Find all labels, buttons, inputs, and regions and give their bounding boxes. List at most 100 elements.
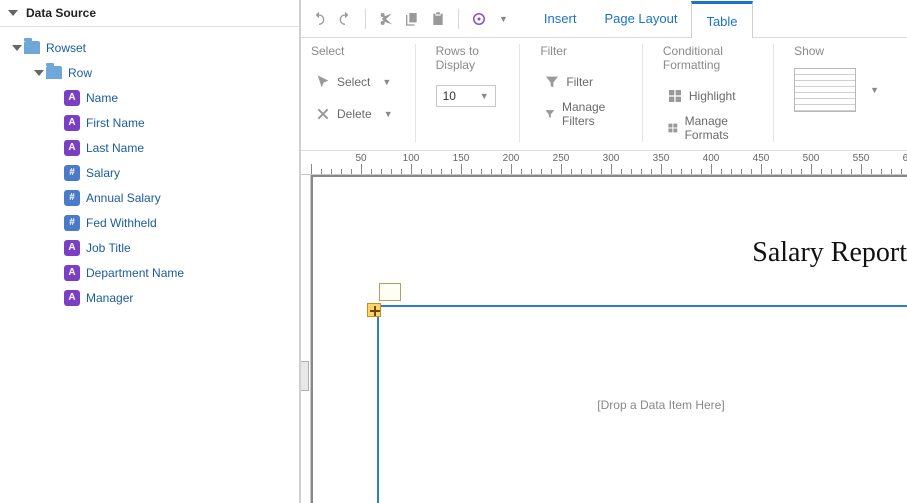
- ribbon-group-rows: Rows to Display 10 ▼: [436, 44, 521, 142]
- text-field-icon: A: [64, 140, 80, 156]
- tree-label: Manager: [86, 291, 133, 305]
- button-label: Delete: [337, 107, 372, 121]
- ruler-tick-label: 150: [453, 153, 470, 164]
- ribbon-group-title: Filter: [540, 44, 624, 58]
- disclosure-icon: [34, 70, 44, 76]
- tree-label: Job Title: [86, 241, 131, 255]
- ribbon-group-title: Select: [311, 44, 397, 58]
- filter-button[interactable]: Filter: [540, 71, 597, 93]
- folder-icon: [24, 41, 40, 54]
- tab-label: Insert: [544, 11, 577, 26]
- tree-label: Department Name: [86, 266, 184, 280]
- table-proxy-icon: [381, 285, 401, 301]
- paste-button[interactable]: [426, 7, 450, 31]
- tree-field-salary[interactable]: # Salary: [0, 160, 299, 185]
- chevron-down-icon[interactable]: ▼: [870, 85, 879, 95]
- ribbon-group-filter: Filter Filter Manage Filters: [540, 44, 643, 142]
- tab-label: Table: [706, 14, 737, 29]
- chevron-down-icon: ▼: [384, 109, 393, 119]
- tree-node-row[interactable]: Row: [0, 60, 299, 85]
- data-tree: Rowset Row A Name A First Name A Last Name # Sa…: [0, 27, 299, 310]
- folder-icon: [46, 66, 62, 79]
- highlight-button[interactable]: Highlight: [663, 85, 740, 107]
- cut-button[interactable]: [374, 7, 398, 31]
- ruler-tick-label: 450: [753, 153, 770, 164]
- tree-label: Row: [68, 66, 92, 80]
- undo-button[interactable]: [307, 7, 331, 31]
- tree-node-rowset[interactable]: Rowset: [0, 35, 299, 60]
- tree-label: Annual Salary: [86, 191, 161, 205]
- tree-field-department-name[interactable]: ADepartment Name: [0, 260, 299, 285]
- number-field-icon: #: [64, 165, 80, 181]
- ribbon-group-conditional: Conditional Formatting Highlight Manage …: [663, 44, 774, 142]
- panel-header[interactable]: Data Source: [0, 0, 299, 27]
- data-source-panel: Data Source Rowset Row ANameAFirst NameA…: [0, 0, 300, 503]
- delete-button[interactable]: Delete ▼: [311, 103, 397, 125]
- tree-label: Last Name: [86, 141, 144, 155]
- ribbon-group-title: Rows to Display: [436, 44, 502, 72]
- tree-label: Salary: [86, 166, 120, 180]
- number-field-icon: #: [64, 215, 80, 231]
- show-grid-preview[interactable]: [794, 68, 856, 112]
- canvas: 50100150200250300350400450500550600 Sala…: [301, 151, 907, 503]
- tab-label: Page Layout: [604, 11, 677, 26]
- panel-title: Data Source: [26, 6, 96, 20]
- tree-label: First Name: [86, 116, 145, 130]
- redo-button[interactable]: [333, 7, 357, 31]
- ruler-tick-label: 50: [355, 153, 366, 164]
- tree-field-fed-withheld[interactable]: #Fed Withheld: [0, 210, 299, 235]
- horizontal-ruler: 50100150200250300350400450500550600: [301, 151, 907, 175]
- tree-field-first-name[interactable]: A First Name: [0, 110, 299, 135]
- tree-label: Name: [86, 91, 118, 105]
- ruler-tick-label: 600: [903, 153, 907, 164]
- ribbon: Select Select ▼ Delete ▼: [301, 38, 907, 151]
- ribbon-group-title: Show: [794, 44, 879, 58]
- dropdown-icon[interactable]: ▼: [499, 14, 508, 24]
- text-field-icon: A: [64, 90, 80, 106]
- manage-filters-button[interactable]: Manage Filters: [540, 97, 624, 131]
- ruler-tick-label: 300: [603, 153, 620, 164]
- rows-to-display-input[interactable]: 10 ▼: [436, 85, 496, 107]
- chevron-down-icon: ▼: [382, 77, 391, 87]
- top-toolbar: ▼ Insert Page Layout Table: [301, 0, 907, 38]
- ruler-tick-label: 100: [403, 153, 420, 164]
- text-field-icon: A: [64, 240, 80, 256]
- button-label: Manage Filters: [562, 100, 620, 128]
- divider: [458, 9, 459, 29]
- ribbon-group-select: Select Select ▼ Delete ▼: [311, 44, 416, 142]
- tree-field-job-title[interactable]: A Job Title: [0, 235, 299, 260]
- button-label: Filter: [566, 75, 593, 89]
- tree-field-name[interactable]: A Name: [0, 85, 299, 110]
- button-label: Manage Formats: [685, 114, 751, 142]
- tab-insert[interactable]: Insert: [530, 0, 591, 37]
- table-drop-zone[interactable]: [Drop a Data Item Here]: [377, 305, 907, 503]
- text-field-icon: A: [64, 290, 80, 306]
- disclosure-icon: [12, 45, 22, 51]
- select-button[interactable]: Select ▼: [311, 71, 395, 93]
- disclosure-icon: [8, 10, 18, 16]
- report-title[interactable]: Salary Report: [752, 237, 907, 269]
- button-label: Select: [337, 75, 370, 89]
- ruler-tick-label: 500: [803, 153, 820, 164]
- chevron-down-icon: ▼: [480, 91, 489, 101]
- copy-button[interactable]: [400, 7, 424, 31]
- ruler-tick-label: 350: [653, 153, 670, 164]
- ribbon-group-show: Show ▼: [794, 44, 897, 142]
- editor-panel: ▼ Insert Page Layout Table Select Select…: [300, 0, 907, 503]
- tree-label: Rowset: [46, 41, 86, 55]
- number-field-icon: #: [64, 190, 80, 206]
- tab-table[interactable]: Table: [691, 1, 752, 38]
- tree-field-last-name[interactable]: A Last Name: [0, 135, 299, 160]
- ruler-tick-label: 400: [703, 153, 720, 164]
- manage-formats-button[interactable]: Manage Formats: [663, 111, 755, 145]
- preview-button[interactable]: [467, 7, 491, 31]
- tab-page-layout[interactable]: Page Layout: [590, 0, 691, 37]
- panel-collapse-handle[interactable]: [301, 361, 309, 391]
- report-page[interactable]: Salary Report [Drop a Data Item Here]: [311, 175, 907, 503]
- tree-field-annual-salary[interactable]: # Annual Salary: [0, 185, 299, 210]
- button-label: Highlight: [689, 89, 736, 103]
- text-field-icon: A: [64, 115, 80, 131]
- drop-hint: [Drop a Data Item Here]: [597, 398, 724, 412]
- move-handle-icon[interactable]: [367, 303, 381, 317]
- tree-field-manager[interactable]: A Manager: [0, 285, 299, 310]
